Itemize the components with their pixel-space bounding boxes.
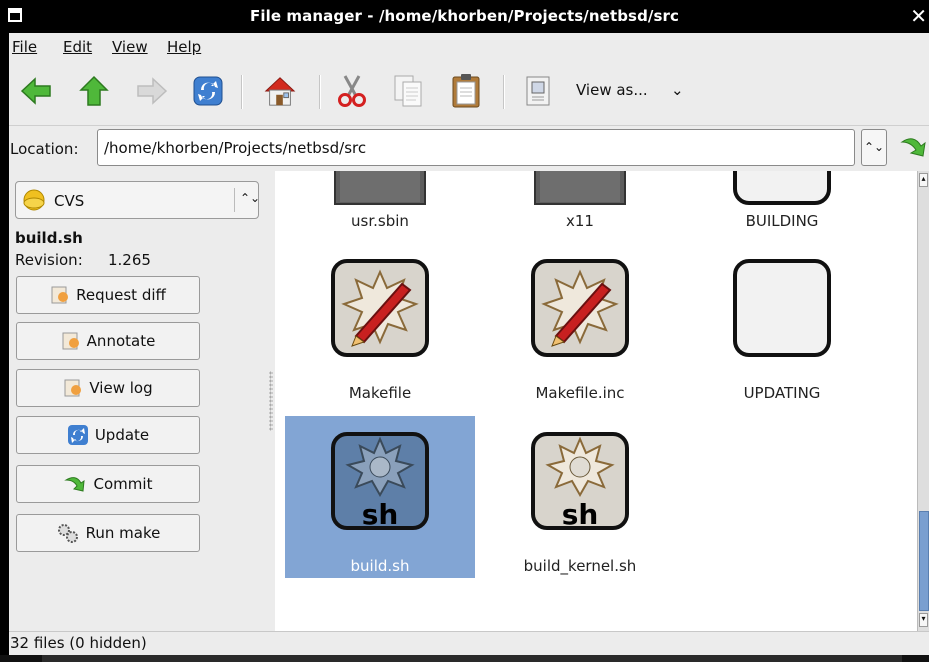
file-name: BUILDING [745, 212, 819, 230]
taskbar-segment [42, 655, 902, 662]
scroll-down-icon[interactable]: ▾ [919, 613, 928, 627]
text-file-icon [733, 171, 831, 205]
refresh-icon [67, 425, 88, 445]
gears-icon [57, 524, 78, 543]
cvs-side-panel: CVS ⌃⌄ build.sh Revision: 1.265 Request … [9, 171, 269, 631]
menu-help[interactable]: Help [167, 38, 201, 56]
title-bar: File manager - /home/khorben/Projects/ne… [0, 0, 929, 33]
commit-label: Commit [93, 475, 153, 493]
file-icon-view: usr.sbin x11 BUILDING Makefile Makefile.… [275, 171, 917, 631]
home-icon[interactable] [263, 73, 297, 109]
vcs-selector-label: CVS [54, 192, 85, 210]
refresh-icon[interactable] [191, 73, 225, 109]
location-label: Location: [10, 140, 79, 158]
file-name: x11 [566, 212, 594, 230]
menu-edit[interactable]: Edit [63, 38, 92, 56]
file-item[interactable]: Makefile.inc [485, 243, 675, 405]
revision-value: 1.265 [108, 251, 151, 269]
commit-button[interactable]: Commit [16, 465, 200, 503]
run-make-button[interactable]: Run make [16, 514, 200, 552]
document-hand-icon [64, 379, 82, 397]
window-title: File manager - /home/khorben/Projects/ne… [249, 7, 680, 25]
file-item-selected[interactable]: sh build.sh [285, 416, 475, 578]
update-button[interactable]: Update [16, 416, 200, 454]
request-diff-label: Request diff [76, 286, 166, 304]
file-item[interactable]: BUILDING [687, 171, 877, 233]
properties-icon[interactable] [521, 73, 555, 109]
file-name: Makefile.inc [535, 384, 625, 402]
vertical-scrollbar[interactable]: ▴ ▾ [917, 171, 929, 631]
close-icon[interactable]: ✕ [910, 4, 927, 28]
makefile-icon [531, 259, 629, 357]
view-log-label: View log [89, 379, 153, 397]
file-name: usr.sbin [351, 212, 409, 230]
view-log-button[interactable]: View log [16, 369, 200, 407]
chevron-down-icon[interactable]: ⌄ [671, 81, 684, 99]
combo-separator [234, 188, 235, 212]
toolbar-separator [319, 75, 321, 109]
selected-file-name: build.sh [15, 229, 83, 247]
folder-icon [334, 171, 426, 205]
scroll-up-icon[interactable]: ▴ [919, 173, 928, 187]
file-name: UPDATING [743, 384, 821, 402]
updown-icon: ⌃⌄ [240, 191, 261, 205]
file-item[interactable]: UPDATING [687, 243, 877, 405]
menu-help-label: Help [167, 38, 202, 56]
folder-icon [534, 171, 626, 205]
document-hand-icon [62, 332, 79, 350]
toolbar-separator [503, 75, 505, 109]
makefile-icon [331, 259, 429, 357]
toolbar-separator [241, 75, 243, 109]
request-diff-button[interactable]: Request diff [16, 276, 200, 314]
forward-arrow-icon[interactable] [135, 73, 169, 109]
file-badge: sh [561, 498, 599, 531]
scissors-icon[interactable] [335, 73, 369, 109]
location-input[interactable]: /home/khorben/Projects/netbsd/src [97, 129, 855, 166]
pane-resize-handle[interactable] [269, 371, 273, 431]
vcs-selector[interactable]: CVS ⌃⌄ [15, 181, 261, 219]
file-name: build_kernel.sh [523, 557, 637, 575]
go-arrow-icon[interactable] [899, 134, 929, 166]
menu-view-label: View [112, 38, 148, 56]
green-arrow-icon [63, 477, 85, 492]
location-history-spinner[interactable]: ⌃⌄ [861, 129, 887, 166]
file-badge: sh [361, 498, 399, 531]
file-item[interactable]: x11 [485, 171, 675, 233]
status-bar: 32 files (0 hidden) [9, 631, 929, 656]
file-item[interactable]: usr.sbin [285, 171, 475, 233]
back-arrow-icon[interactable] [19, 73, 53, 109]
menu-bar: File Edit View Help [9, 33, 929, 59]
taskbar-strip [0, 655, 929, 662]
menu-file-label: File [12, 38, 38, 56]
menu-file[interactable]: File [12, 38, 37, 56]
revision-label: Revision: [15, 251, 83, 269]
clipboard-icon[interactable] [449, 73, 483, 109]
annotate-button[interactable]: Annotate [16, 322, 200, 360]
location-bar: Location: /home/khorben/Projects/netbsd/… [9, 125, 929, 172]
up-arrow-icon[interactable] [77, 73, 111, 109]
update-label: Update [94, 426, 150, 444]
status-text: 32 files (0 hidden) [10, 634, 147, 652]
text-file-icon [733, 259, 831, 357]
menu-view[interactable]: View [112, 38, 148, 56]
copy-icon[interactable] [391, 73, 425, 109]
cvs-icon [22, 188, 46, 216]
file-name: Makefile [348, 384, 412, 402]
view-as-dropdown[interactable]: View as... [576, 81, 648, 99]
file-item[interactable]: Makefile [285, 243, 475, 405]
scrollbar-thumb[interactable] [919, 511, 929, 611]
file-manager-window: File Edit View Help View as... ⌄ Locatio… [9, 33, 929, 656]
run-make-label: Run make [85, 524, 161, 542]
menu-edit-label: Edit [63, 38, 93, 56]
document-hand-icon [51, 286, 69, 304]
toolbar: View as... ⌄ [9, 59, 929, 125]
file-item[interactable]: sh build_kernel.sh [485, 416, 675, 578]
file-name: build.sh [350, 557, 410, 575]
annotate-label: Annotate [86, 332, 156, 350]
